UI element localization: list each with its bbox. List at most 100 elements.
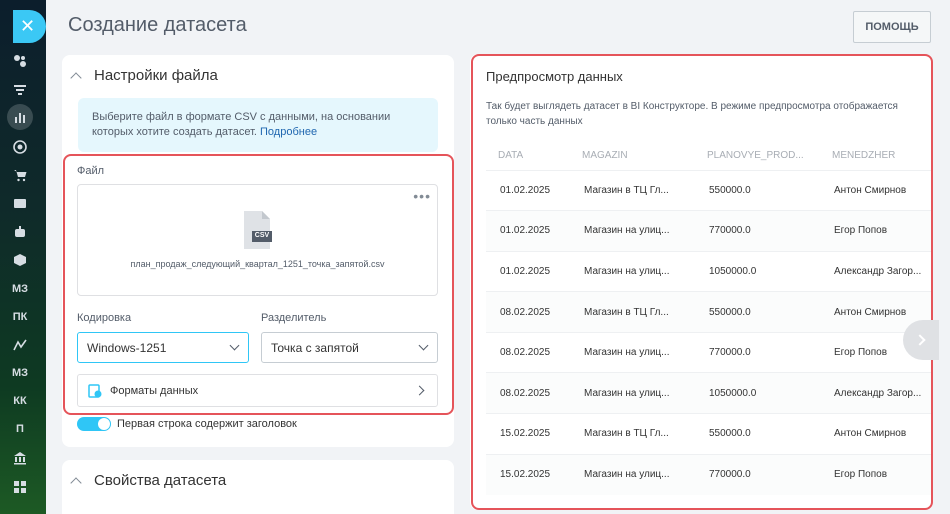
table-cell: 770000.0 [695, 210, 820, 252]
rail-item-cart[interactable] [0, 164, 40, 186]
table-cell: 08.02.2025 [486, 291, 570, 333]
table-cell: Магазин на улиц... [570, 210, 695, 252]
rail-item-robot[interactable] [0, 221, 40, 243]
rail-item-contacts[interactable] [0, 192, 40, 214]
header-row-toggle[interactable] [77, 417, 111, 431]
table-cell: Магазин на улиц... [570, 372, 695, 414]
separator-label: Разделитель [261, 312, 327, 324]
close-icon: ✕ [19, 16, 36, 36]
table-cell: Александр Загор... [820, 250, 932, 292]
rail-item-mz-1[interactable]: МЗ [0, 278, 40, 300]
csv-badge-label: CSV [254, 232, 270, 239]
table-row: 15.02.2025 Магазин в ТЦ Гл... 550000.0 Анто… [486, 413, 932, 455]
chevron-right-icon [414, 385, 425, 396]
table-row: 08.02.2025 Магазин в ТЦ Гл... 550000.0 Анто… [486, 291, 932, 333]
data-formats-row[interactable]: Форматы данных [77, 374, 438, 407]
info-text: Выберите файл в формате CSV с данными, н… [92, 111, 391, 138]
scroll-right-button[interactable] [903, 320, 939, 360]
csv-file-icon [244, 211, 272, 249]
robot-icon [15, 226, 25, 237]
table-header-row: DATA MAGAZIN PLANOVYE_PROD... MENEDZHER [486, 144, 932, 170]
table-cell: Магазин на улиц... [570, 453, 695, 495]
table-cell: Магазин в ТЦ Гл... [570, 291, 695, 333]
bar-chart-icon [15, 113, 25, 123]
table-cell: Магазин на улиц... [570, 250, 695, 292]
table-row: 08.02.2025 Магазин на улиц... 1050000.0 Але… [486, 372, 932, 414]
dataset-properties-title: Свойства датасета [94, 472, 227, 489]
rail-item-analytics[interactable] [0, 104, 40, 130]
table-cell: Антон Смирнов [820, 169, 932, 211]
learn-more-link[interactable]: Подробнее [260, 126, 317, 138]
connectors-icon [14, 55, 26, 67]
chevron-right-icon [914, 334, 926, 346]
table-cell: 01.02.2025 [486, 250, 570, 292]
table-cell: 01.02.2025 [486, 210, 570, 252]
encoding-value: Windows-1251 [87, 340, 167, 355]
box-icon [14, 254, 26, 266]
rail-item-grid[interactable] [0, 476, 40, 498]
column-header: DATA [498, 150, 524, 161]
chevron-down-icon [418, 340, 429, 351]
table-cell: 1050000.0 [695, 372, 820, 414]
table-cell: Александр Загор... [820, 372, 932, 414]
table-cell: 550000.0 [695, 413, 820, 455]
rail-item-p[interactable]: П [0, 418, 40, 440]
bank-icon [14, 452, 26, 465]
help-button[interactable]: помощь [853, 11, 931, 43]
table-cell: Антон Смирнов [820, 413, 932, 455]
chevron-up-icon [70, 71, 82, 84]
target-icon [13, 140, 27, 154]
table-cell: 770000.0 [695, 453, 820, 495]
table-row: 01.02.2025 Магазин на улиц... 1050000.0 Але… [486, 250, 932, 292]
table-cell: 08.02.2025 [486, 331, 570, 373]
table-row: 01.02.2025 Магазин на улиц... 770000.0 Егор… [486, 210, 932, 252]
table-cell: 15.02.2025 [486, 453, 570, 495]
preview-description: Так будет выглядеть датасет в BI Констру… [486, 101, 898, 127]
toggle-knob [98, 418, 110, 430]
rail-item-mz-2[interactable]: МЗ [0, 362, 40, 384]
close-slider-button[interactable]: ✕ [13, 10, 46, 43]
dataset-properties-card: Свойства датасета [62, 460, 454, 514]
data-formats-label: Форматы данных [110, 384, 199, 397]
signature-icon [13, 339, 27, 351]
chevron-up-icon [70, 476, 82, 489]
rail-item-kk[interactable]: КК [0, 390, 40, 412]
info-box: Выберите файл в формате CSV с данными, н… [78, 98, 438, 152]
data-formats-icon [88, 383, 102, 398]
separator-select[interactable]: Точка с запятой [261, 332, 438, 363]
cart-icon [14, 170, 27, 182]
left-rail: ✕ МЗ ПК МЗ КК П [0, 0, 46, 514]
rail-item-target[interactable] [0, 136, 40, 158]
separator-value: Точка с запятой [271, 340, 359, 355]
encoding-select[interactable]: Windows-1251 [77, 332, 249, 363]
file-settings-header[interactable]: Настройки файла [70, 67, 218, 84]
preview-table-body: 01.02.2025 Магазин в ТЦ Гл... 550000.0 Анто… [486, 169, 932, 495]
contact-card-icon [14, 199, 26, 208]
preview-table: DATA MAGAZIN PLANOVYE_PROD... MENEDZHER … [486, 144, 932, 495]
data-preview-card: Предпросмотр данных Так будет выглядеть … [470, 54, 932, 510]
rail-item-filter[interactable] [0, 79, 40, 101]
rail-item-box[interactable] [0, 249, 40, 271]
encoding-label: Кодировка [77, 312, 132, 324]
file-name: план_продаж_следующий_квартал_1251_точка… [130, 259, 385, 269]
table-cell: 770000.0 [695, 331, 820, 373]
filter-icon [14, 85, 26, 95]
table-row: 15.02.2025 Магазин на улиц... 770000.0 Егор… [486, 453, 932, 495]
rail-item-connectors[interactable] [0, 50, 40, 72]
file-settings-title: Настройки файла [94, 67, 218, 84]
table-row: 08.02.2025 Магазин на улиц... 770000.0 Егор… [486, 331, 932, 373]
chevron-down-icon [229, 340, 240, 351]
preview-title: Предпросмотр данных [486, 69, 623, 84]
rail-item-bank[interactable] [0, 447, 40, 469]
file-drop-zone[interactable]: ••• CSV план_продаж_следующий_квартал_12… [77, 184, 438, 296]
table-cell: Егор Попов [820, 453, 932, 495]
rail-item-pk[interactable]: ПК [0, 306, 40, 328]
more-options-icon[interactable]: ••• [413, 188, 431, 204]
dataset-properties-header[interactable]: Свойства датасета [70, 472, 227, 489]
header-row-toggle-row: Первая строка содержит заголовок [77, 417, 297, 431]
table-cell: 15.02.2025 [486, 413, 570, 455]
header-row-toggle-label: Первая строка содержит заголовок [117, 418, 297, 430]
table-cell: 550000.0 [695, 291, 820, 333]
rail-item-signature[interactable] [0, 334, 40, 356]
table-cell: 1050000.0 [695, 250, 820, 292]
